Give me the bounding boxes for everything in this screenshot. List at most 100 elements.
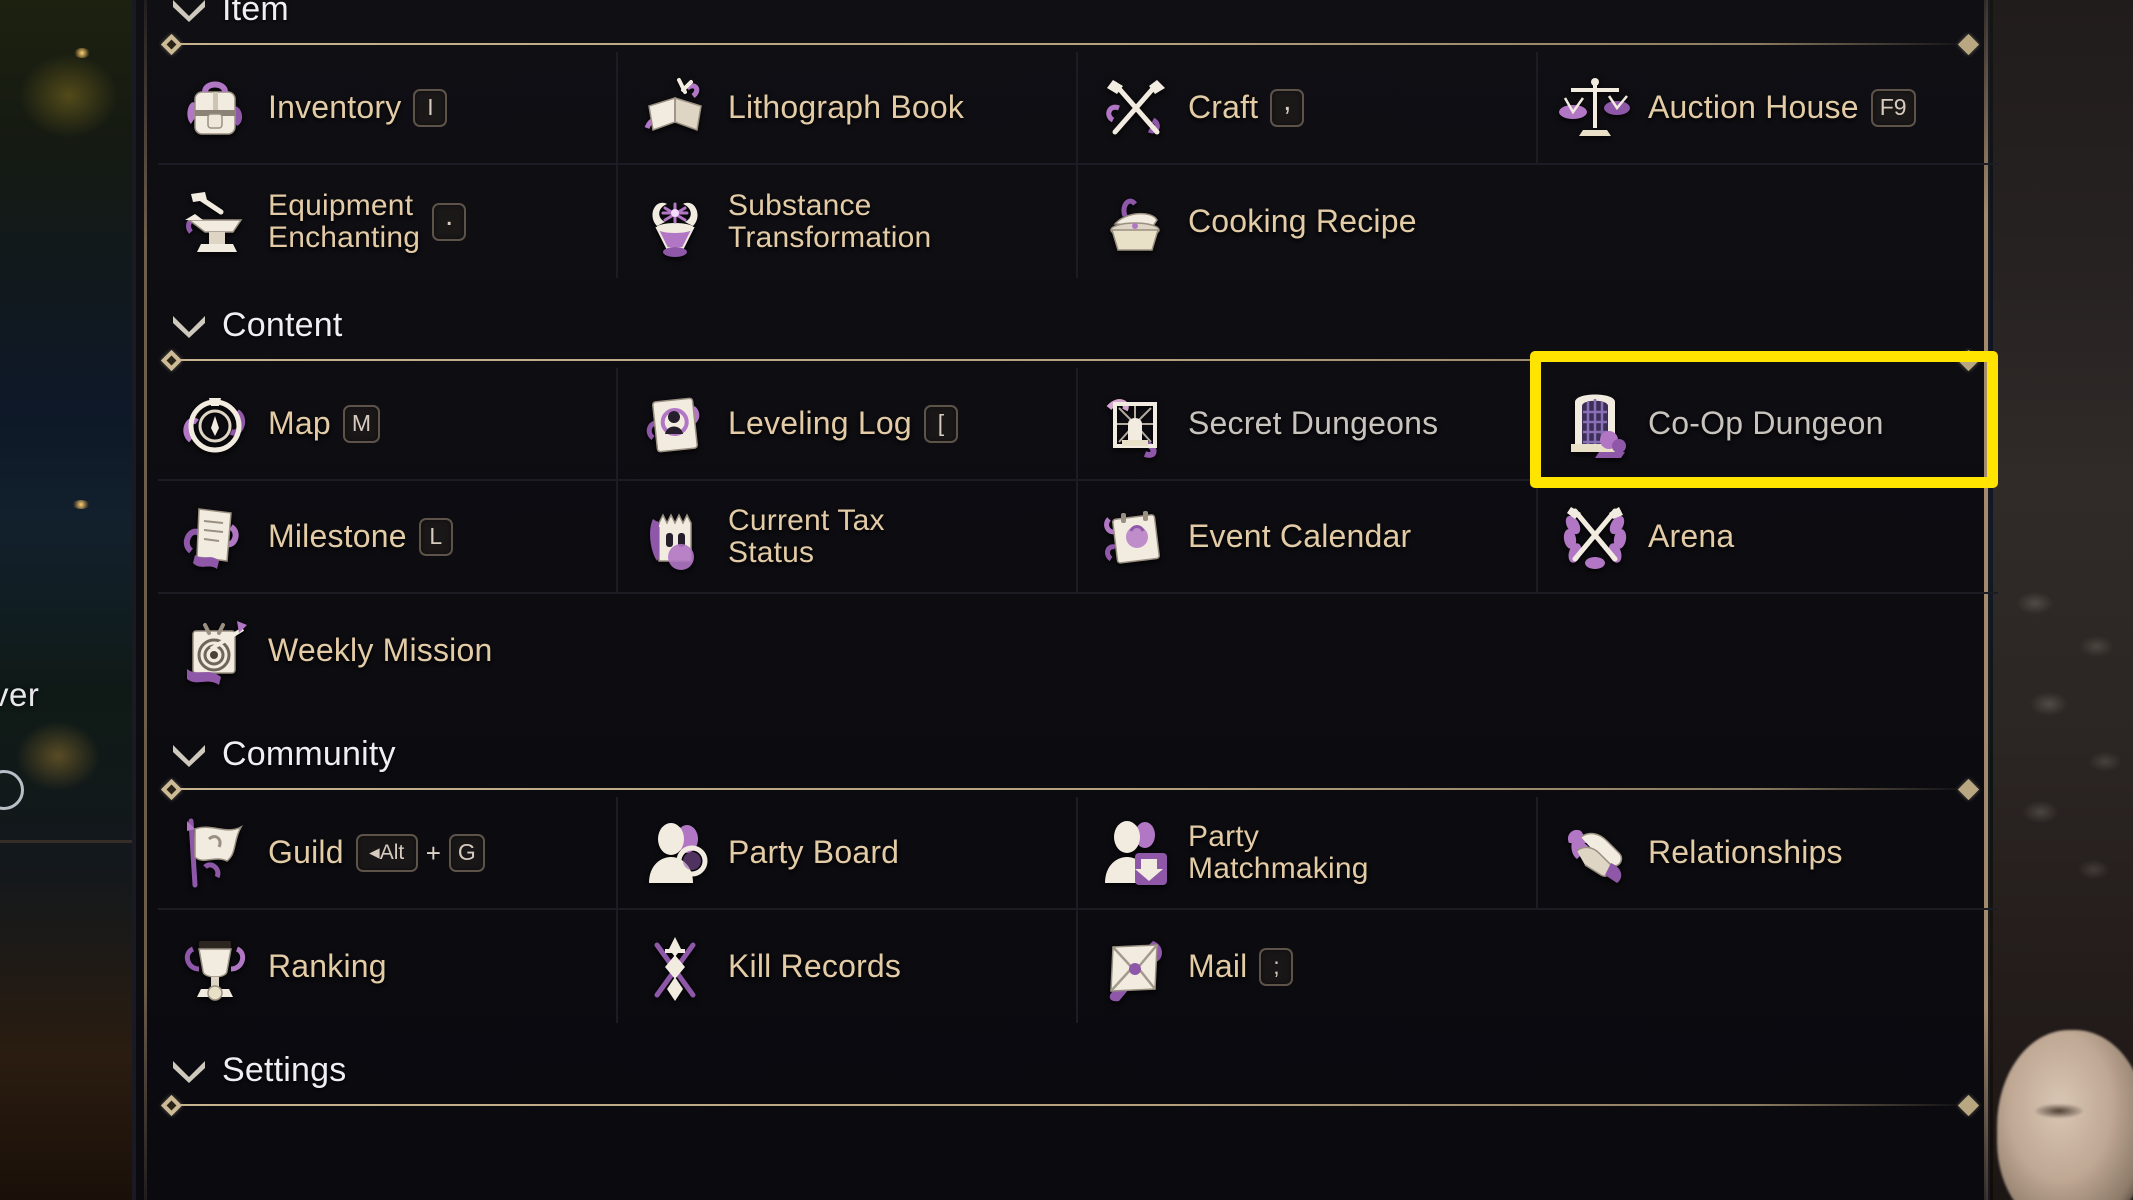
menu-item-label: Relationships [1648,833,1843,870]
scroll-icon [172,494,258,580]
world-lamp-light [74,48,90,58]
menu-item-substance-transformation[interactable]: Substance Transformation [618,165,1078,278]
menu-grid-community: Guild ◂Alt + G Party Board Party Matchmakin… [158,797,1998,1023]
menu-item-arena[interactable]: Arena [1538,481,1998,594]
menu-item-kill-records[interactable]: Kill Records [618,910,1078,1023]
section-title-settings: Settings [222,1050,347,1089]
menu-item-label: Cooking Recipe [1188,202,1417,239]
world-lamp-light [72,500,90,509]
section-header-settings[interactable]: Settings [150,1047,1990,1093]
menu-item-party-board[interactable]: Party Board [618,797,1078,910]
menu-item-label: Event Calendar [1188,517,1412,554]
menu-item-auction-house[interactable]: Auction House F9 [1538,52,1998,165]
menu-item-label: Equipment Enchanting [268,188,421,254]
keybind-group: ◂Alt + G [355,833,485,872]
menu-item-ranking[interactable]: Ranking [158,910,618,1023]
crossed-daggers-icon [632,924,718,1010]
menu-item-label: Guild [268,833,344,870]
menu-item-milestone[interactable]: Milestone L [158,481,618,594]
menu-item-label: Milestone [268,517,407,554]
menu-item-label-wrap: Milestone L [268,517,453,556]
keybind-group: . [432,201,467,241]
menu-item-map[interactable]: Map M [158,368,618,481]
chevron-down-icon[interactable] [170,1057,208,1083]
menu-item-label-wrap: Kill Records [728,949,901,984]
menu-item-label-wrap: Map M [268,404,381,443]
section-divider [158,33,1980,56]
divider-gem-right [1957,1094,1980,1117]
menu-item-label-wrap: Relationships [1648,833,1843,870]
character-portrait [1997,1030,2133,1200]
menu-item-label-wrap: Leveling Log [ [728,404,958,443]
menu-item-label: Weekly Mission [268,631,493,668]
menu-item-label: Substance Transformation [728,188,932,254]
menu-item-label: Current Tax Status [728,503,885,569]
menu-item-weekly-mission[interactable]: Weekly Mission [158,594,618,707]
menu-item-label-wrap: Arena [1648,517,1735,554]
chevron-down-icon[interactable] [170,312,208,338]
section-header-item[interactable]: Item [150,0,1990,32]
section-item: Item Inventory I Lithograph Book Craft, A… [150,0,1998,278]
menu-item-label: Co-Op Dungeon [1648,404,1884,441]
menu-item-label-wrap: Mail; [1188,947,1294,986]
menu-item-mail[interactable]: Mail; [1078,910,1538,1023]
game-world-right-scene [1993,0,2133,1200]
target-board-icon [172,608,258,694]
section-header-content[interactable]: Content [150,302,1990,348]
section-divider [158,1094,1980,1117]
guild-banner-icon [172,810,258,896]
menu-item-label-wrap: Weekly Mission [268,631,493,668]
keybind-group: [ [923,404,958,443]
journal-icon [632,381,718,467]
menu-item-label-wrap: Secret Dungeons [1188,406,1438,441]
menu-item-secret-dungeons[interactable]: Secret Dungeons [1078,368,1538,481]
chevron-down-icon[interactable] [170,741,208,767]
section-title-item: Item [222,0,289,28]
menu-item-current-tax-status[interactable]: Current Tax Status [618,481,1078,594]
menu-item-label-wrap: Co-Op Dungeon [1648,404,1884,441]
section-header-community[interactable]: Community [150,731,1990,777]
menu-content-area: Item Inventory I Lithograph Book Craft, A… [132,0,1998,1200]
menu-item-label: Lithograph Book [728,88,965,125]
crossed-swords-laurel-icon [1552,494,1638,580]
menu-item-label: Arena [1648,517,1735,554]
section-community: Community Guild ◂Alt + G Party Board Party … [150,731,1998,1023]
menu-item-label: Leveling Log [728,404,912,441]
empty-slot [618,594,1078,707]
keybind-badge: G [448,833,485,872]
calendar-gift-icon [1092,494,1178,580]
menu-item-label-wrap: Equipment Enchanting. [268,188,467,254]
empty-slot [1078,594,1538,707]
menu-item-cooking-recipe[interactable]: Cooking Recipe [1078,165,1538,278]
menu-item-relationships[interactable]: Relationships [1538,797,1998,910]
game-world-left-strip [0,0,132,1200]
menu-item-label-wrap: Party Board [728,835,899,870]
menu-item-label-wrap: Ranking [268,949,387,984]
menu-item-label-wrap: Substance Transformation [728,188,932,254]
menu-item-label: Inventory [268,88,402,125]
menu-item-craft[interactable]: Craft, [1078,52,1538,165]
menu-item-label: Auction House [1648,88,1859,125]
keybind-plus: + [425,837,441,868]
menu-item-co-op-dungeon[interactable]: Co-Op Dungeon [1538,368,1998,481]
menu-item-leveling-log[interactable]: Leveling Log [ [618,368,1078,481]
handshake-icon [1552,810,1638,896]
menu-item-equipment-enchanting[interactable]: Equipment Enchanting. [158,165,618,278]
divider-line [180,359,1970,361]
menu-item-label-wrap: Current Tax Status [728,503,885,569]
menu-item-guild[interactable]: Guild ◂Alt + G [158,797,618,910]
keybind-badge: . [432,201,467,241]
menu-item-party-matchmaking[interactable]: Party Matchmaking [1078,797,1538,910]
menu-item-lithograph-book[interactable]: Lithograph Book [618,52,1078,165]
menu-item-label-wrap: Auction House F9 [1648,88,1916,127]
menu-item-label-wrap: Craft, [1188,85,1305,127]
section-title-community: Community [222,734,396,773]
menu-item-event-calendar[interactable]: Event Calendar [1078,481,1538,594]
chevron-down-icon[interactable] [170,0,208,22]
menu-item-label: Mail [1188,947,1248,984]
section-title-content: Content [222,305,343,344]
keybind-group: L [418,517,453,556]
divider-line [180,43,1970,45]
menu-item-label: Party Matchmaking [1188,819,1369,885]
menu-item-inventory[interactable]: Inventory I [158,52,618,165]
